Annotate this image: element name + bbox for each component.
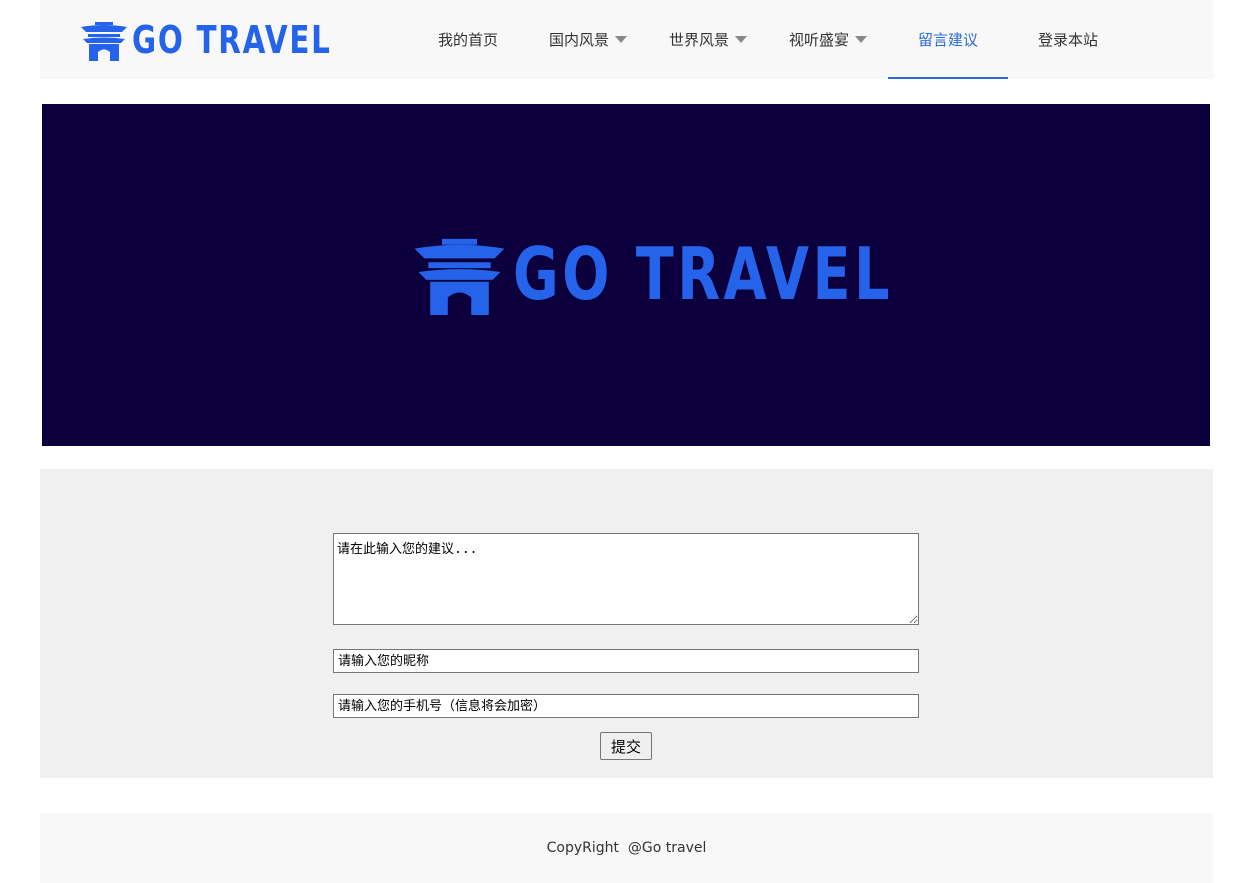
phone-input[interactable]	[333, 694, 919, 718]
caret-down-icon	[615, 36, 627, 43]
hero-banner: GO TRAVEL	[42, 104, 1210, 446]
nav-item-label: 登录本站	[1037, 31, 1098, 49]
nickname-input[interactable]	[333, 649, 919, 673]
caret-down-icon	[855, 36, 867, 43]
pagoda-gate-icon	[81, 22, 127, 61]
site-header: GO TRAVEL 我的首页 国内风景 世界风景 视听盛宴 留言建议 登录本站	[40, 0, 1213, 79]
nav-item-world-scenery[interactable]: 世界风景	[648, 0, 768, 79]
suggestion-form: 提交	[40, 469, 1213, 778]
nav-item-suggestions[interactable]: 留言建议	[888, 0, 1008, 79]
pagoda-gate-icon	[414, 238, 505, 315]
nav-item-login[interactable]: 登录本站	[1008, 0, 1128, 79]
nav-item-label: 我的首页	[437, 31, 498, 49]
banner-logo-text: GO TRAVEL	[513, 232, 893, 316]
banner-logo: GO TRAVEL	[412, 232, 955, 316]
nav-item-home[interactable]: 我的首页	[408, 0, 528, 79]
nav-item-label: 视听盛宴	[788, 31, 849, 49]
logo-text: GO TRAVEL	[132, 18, 332, 62]
nav-item-label: 留言建议	[917, 31, 978, 49]
caret-down-icon	[735, 36, 747, 43]
main-nav: 我的首页 国内风景 世界风景 视听盛宴 留言建议 登录本站	[408, 0, 1128, 79]
site-footer: CopyRight @Go travel	[40, 813, 1213, 883]
site-logo[interactable]: GO TRAVEL	[80, 18, 364, 62]
suggestion-textarea[interactable]	[333, 533, 919, 625]
nav-item-audiovisual[interactable]: 视听盛宴	[768, 0, 888, 79]
nav-item-domestic-scenery[interactable]: 国内风景	[528, 0, 648, 79]
copyright-text: CopyRight @Go travel	[546, 840, 707, 856]
nav-item-label: 世界风景	[668, 31, 729, 49]
submit-button[interactable]: 提交	[600, 732, 652, 760]
nav-item-label: 国内风景	[548, 31, 609, 49]
